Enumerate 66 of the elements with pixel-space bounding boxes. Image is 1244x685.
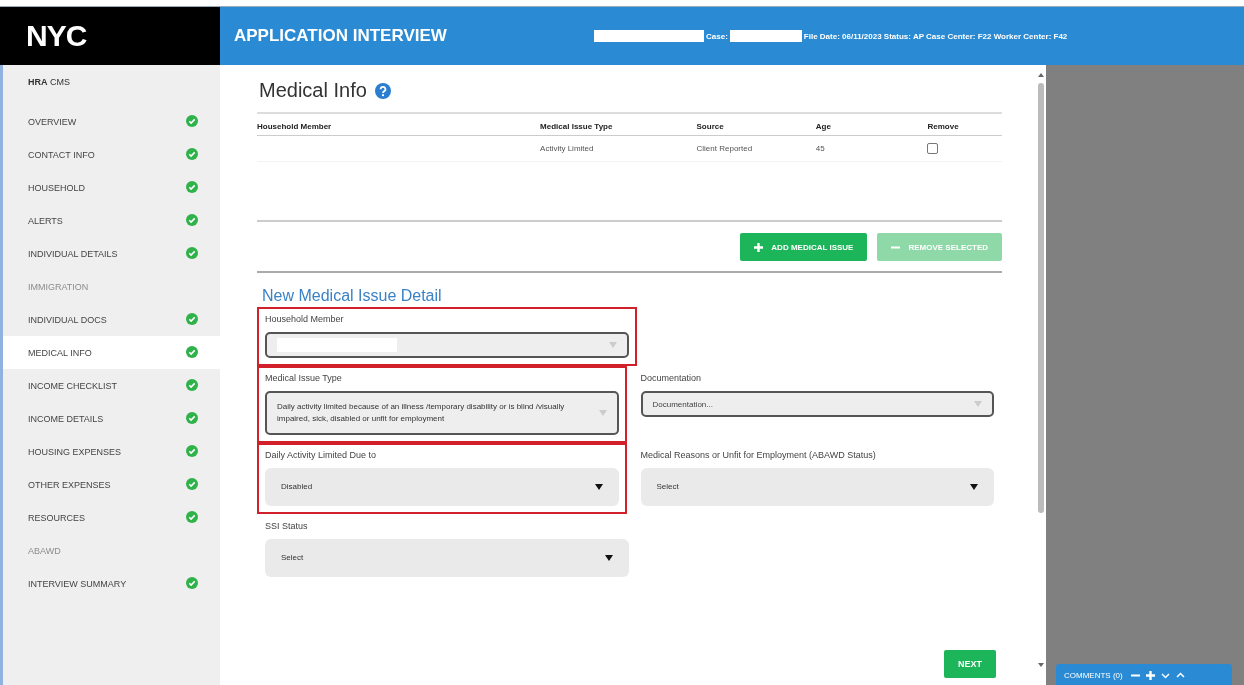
sidebar-item[interactable]: CONTACT INFO xyxy=(3,138,220,171)
caret-icon xyxy=(594,484,603,490)
sidebar-item[interactable]: INDIVIDUAL DETAILS xyxy=(3,237,220,270)
caret-icon xyxy=(974,401,982,407)
sidebar-title: HRA CMS xyxy=(27,77,71,89)
column-header: Medical Issue Type xyxy=(540,122,613,131)
sidebar-item[interactable]: OVERVIEW xyxy=(3,105,220,138)
table-cell: Client Reported xyxy=(696,144,753,153)
table-cell: Activity Limited xyxy=(540,144,594,153)
check-icon xyxy=(186,444,198,457)
dropdown-field[interactable] xyxy=(265,332,629,358)
caret-icon xyxy=(970,484,978,490)
logo: NYC xyxy=(0,7,220,65)
case-info: File Date: 06/11/2023 Status: AP Case Center: F22 Worker Center: F42 xyxy=(803,31,1068,41)
field-label: Household Member xyxy=(265,314,345,324)
sidebar-item[interactable]: OTHER EXPENSES xyxy=(3,468,220,501)
page-header-title: APPLICATION INTERVIEW xyxy=(234,26,448,46)
comments-bar[interactable]: COMMENTS (0) xyxy=(1056,664,1232,685)
check-icon xyxy=(186,345,198,358)
check-icon xyxy=(186,213,198,226)
column-header: Age xyxy=(815,122,831,131)
help-icon[interactable] xyxy=(374,82,391,99)
check-icon xyxy=(186,510,198,523)
field-label: Daily Activity Limited Due to xyxy=(265,450,378,460)
sidebar-item[interactable]: INCOME DETAILS xyxy=(3,402,220,435)
check-icon xyxy=(186,147,198,160)
check-icon xyxy=(186,180,198,193)
column-header: Household Member xyxy=(257,122,332,131)
page-title: Medical Info xyxy=(259,79,367,102)
check-icon xyxy=(186,477,198,490)
table-cell: 45 xyxy=(815,144,825,153)
check-icon xyxy=(186,378,198,391)
dropdown-field[interactable]: Select xyxy=(265,539,629,577)
remove-checkbox[interactable] xyxy=(927,143,939,154)
field-label: SSI Status xyxy=(265,521,309,531)
caret-icon xyxy=(605,555,613,561)
check-icon xyxy=(186,312,198,325)
sidebar-item[interactable]: INTERVIEW SUMMARY xyxy=(3,567,220,600)
field-label: Documentation xyxy=(640,373,703,383)
dropdown-field[interactable]: Documentation... xyxy=(640,391,994,417)
check-icon xyxy=(186,114,198,127)
plus-icon xyxy=(754,242,764,252)
caret-icon xyxy=(598,410,607,416)
chevron-down-icon[interactable] xyxy=(1160,670,1170,680)
chevron-up-icon[interactable] xyxy=(1175,670,1185,680)
dropdown-field[interactable]: Select xyxy=(640,468,994,506)
field-label: Medical Issue Type xyxy=(265,373,343,383)
plus-icon[interactable] xyxy=(1145,670,1155,680)
dropdown-field[interactable]: Disabled xyxy=(265,468,619,506)
column-header: Source xyxy=(696,122,724,131)
caret-icon xyxy=(609,342,617,348)
case-label: Case: xyxy=(706,31,728,41)
check-icon xyxy=(186,246,198,259)
section-title: New Medical Issue Detail xyxy=(262,287,443,305)
sidebar-item[interactable]: HOUSEHOLD xyxy=(3,171,220,204)
sidebar-item[interactable]: MEDICAL INFO xyxy=(3,336,220,369)
sidebar-item[interactable]: RESOURCES xyxy=(3,501,220,534)
column-header: Remove xyxy=(927,122,959,131)
check-icon xyxy=(186,576,198,589)
sidebar-item[interactable]: INCOME CHECKLIST xyxy=(3,369,220,402)
sidebar-item[interactable]: ALERTS xyxy=(3,204,220,237)
dropdown-field[interactable]: Daily activity limited because of an illness /temporary disability or is blind /visually impaired, sick, disabled or unfit for employment xyxy=(265,391,619,435)
field-label: Medical Reasons or Unfit for Employment (ABAWD Status) xyxy=(640,450,877,460)
sidebar-item[interactable]: INDIVIDUAL DOCS xyxy=(3,303,220,336)
sidebar-item[interactable]: HOUSING EXPENSES xyxy=(3,435,220,468)
check-icon xyxy=(186,411,198,424)
